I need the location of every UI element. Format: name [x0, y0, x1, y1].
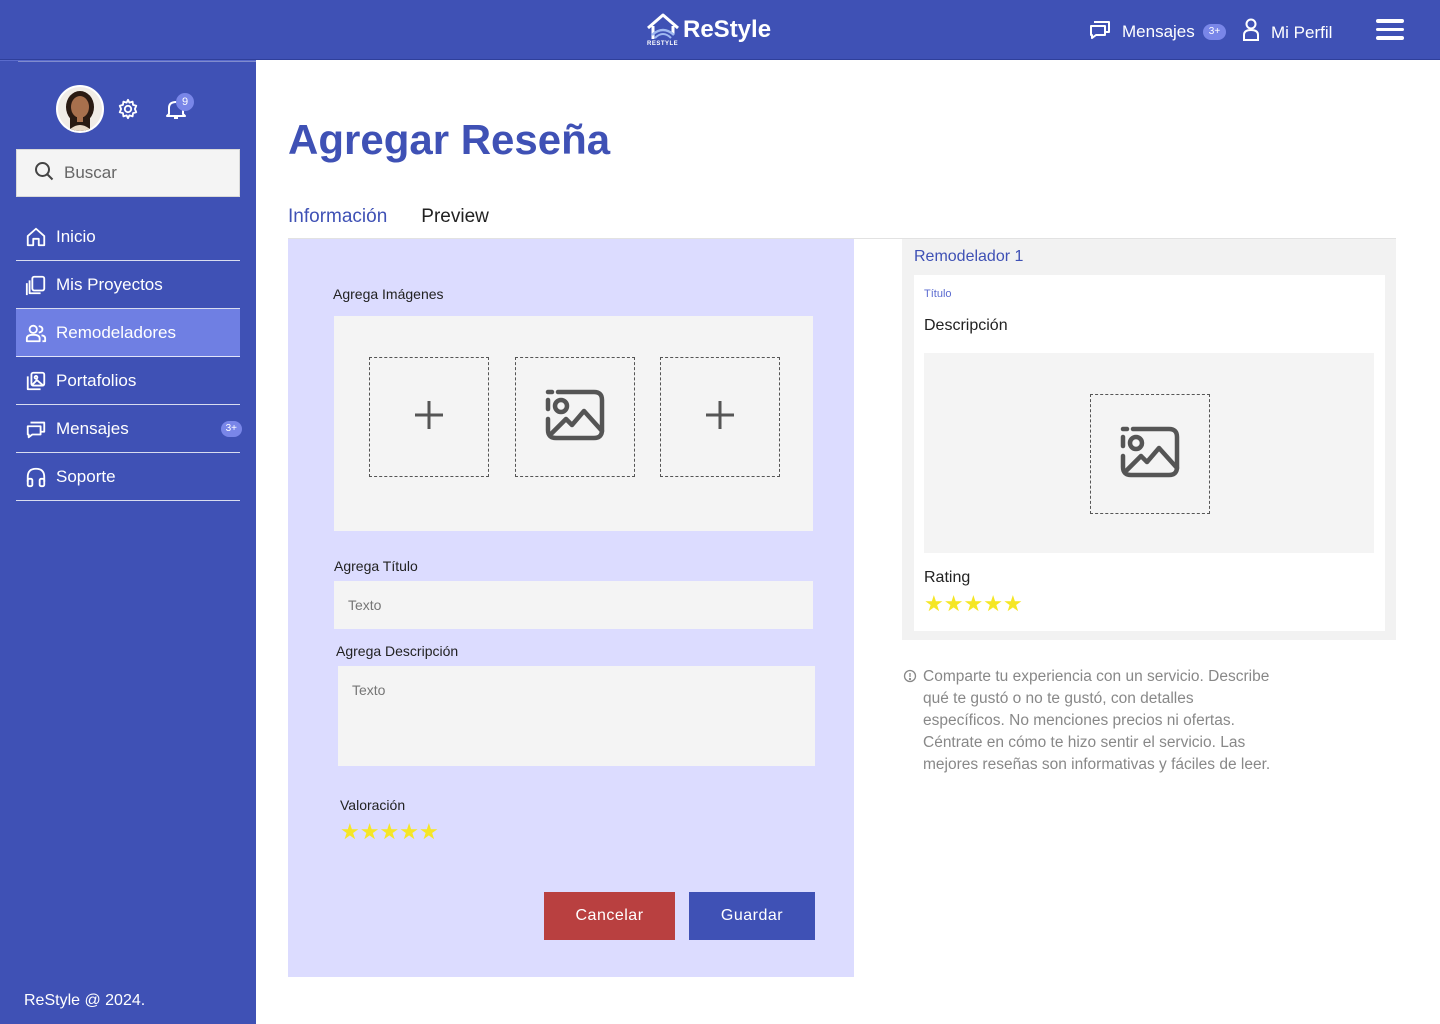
- images-label: Agrega Imágenes: [333, 286, 444, 302]
- sidebar-divider: [18, 61, 256, 62]
- sidebar-item-inicio[interactable]: Inicio: [16, 213, 240, 261]
- sidebar: 9 Inicio: [0, 60, 256, 1024]
- top-profile-link[interactable]: Mi Perfil: [1241, 18, 1332, 47]
- user-icon: [1241, 18, 1261, 47]
- home-icon: [24, 225, 48, 249]
- preview-rating-stars: ★ ★ ★ ★ ★: [924, 593, 1023, 615]
- sidebar-item-portafolios[interactable]: Portafolios: [16, 357, 240, 405]
- hamburger-menu-icon[interactable]: [1376, 19, 1404, 41]
- sidebar-item-label: Soporte: [56, 466, 116, 486]
- sidebar-nav: Inicio Mis Proyectos Remodeladores Porta…: [16, 213, 242, 501]
- review-hint: Comparte tu experiencia con un servicio.…: [903, 666, 1273, 776]
- logo[interactable]: RESTYLE ReStyle: [645, 10, 771, 50]
- star-icon[interactable]: ★: [419, 821, 439, 843]
- headset-icon: [24, 465, 48, 489]
- image-icon: [544, 389, 606, 446]
- sidebar-item-label: Mis Proyectos: [56, 274, 163, 294]
- star-icon: ★: [983, 591, 1003, 616]
- notification-badge: 9: [176, 93, 194, 111]
- star-icon[interactable]: ★: [340, 821, 360, 843]
- add-image-slot[interactable]: [660, 357, 780, 477]
- projects-icon: [24, 273, 48, 297]
- image-icon: [1119, 426, 1181, 483]
- portfolio-icon: [24, 369, 48, 393]
- star-icon: ★: [943, 591, 964, 616]
- search-box[interactable]: [16, 149, 240, 197]
- sidebar-item-label: Inicio: [56, 226, 96, 246]
- top-messages-link[interactable]: Mensajes 3+: [1088, 18, 1227, 45]
- image-upload-area: [334, 316, 813, 531]
- footer-copyright: ReStyle @ 2024.: [24, 992, 146, 1009]
- users-icon: [24, 321, 48, 345]
- star-icon[interactable]: ★: [379, 821, 399, 843]
- sidebar-item-soporte[interactable]: Soporte: [16, 453, 240, 501]
- tab-preview[interactable]: Preview: [421, 200, 489, 240]
- avatar[interactable]: [56, 85, 104, 133]
- preview-image-slot: [1090, 394, 1210, 514]
- preview-image-area: [924, 353, 1374, 553]
- messages-badge: 3+: [220, 421, 242, 437]
- top-messages-label: Mensajes: [1122, 21, 1195, 41]
- add-image-slot[interactable]: [369, 357, 489, 477]
- sidebar-item-label: Portafolios: [56, 370, 137, 390]
- search-icon: [17, 161, 54, 186]
- page-title: Agregar Reseña: [288, 116, 611, 163]
- messages-badge: 3+: [1202, 23, 1227, 40]
- top-profile-label: Mi Perfil: [1271, 22, 1333, 42]
- sidebar-item-mensajes[interactable]: Mensajes 3+: [16, 405, 242, 453]
- review-form: Agrega Imágenes Agrega Título Texto Agre…: [288, 239, 854, 977]
- description-label: Agrega Descripción: [336, 643, 459, 659]
- preview-rating-label: Rating: [924, 569, 971, 586]
- sidebar-item-mis-proyectos[interactable]: Mis Proyectos: [16, 261, 240, 309]
- tabs: Información Preview: [288, 200, 517, 240]
- star-icon: ★: [924, 591, 944, 616]
- star-icon: ★: [1002, 591, 1023, 616]
- sidebar-item-remodeladores[interactable]: Remodeladores: [16, 309, 240, 357]
- preview-description: Descripción: [924, 317, 1008, 334]
- preview-card: Título Descripción Rating ★ ★ ★ ★ ★: [914, 275, 1385, 631]
- top-bar: RESTYLE ReStyle Mensajes 3+ Mi Perfil: [0, 0, 1440, 60]
- star-icon: ★: [963, 591, 984, 616]
- logo-text: ReStyle: [683, 16, 772, 43]
- tab-informacion[interactable]: Información: [288, 200, 394, 240]
- title-label: Agrega Título: [334, 558, 418, 574]
- search-input[interactable]: [64, 163, 224, 183]
- house-logo-icon: RESTYLE: [645, 12, 681, 48]
- star-icon[interactable]: ★: [360, 821, 380, 843]
- info-icon: [903, 669, 917, 683]
- save-button[interactable]: Guardar: [689, 892, 815, 940]
- description-textarea[interactable]: [338, 666, 815, 766]
- remodeler-name[interactable]: Remodelador 1: [914, 248, 1023, 266]
- logo-small-text: RESTYLE: [647, 41, 679, 47]
- title-input[interactable]: [334, 581, 813, 629]
- sidebar-item-label: Mensajes: [56, 418, 129, 438]
- preview-title: Título: [924, 288, 952, 300]
- plus-icon: [704, 399, 736, 436]
- hint-text: Comparte tu experiencia con un servicio.…: [923, 668, 1271, 773]
- rating-stars[interactable]: ★ ★ ★ ★ ★: [340, 821, 439, 843]
- sidebar-item-label: Remodeladores: [56, 322, 177, 342]
- gear-icon[interactable]: [117, 98, 139, 120]
- rating-label: Valoración: [340, 797, 406, 813]
- image-slot[interactable]: [515, 357, 635, 477]
- chat-icon: [1088, 18, 1112, 45]
- review-preview: Remodelador 1 Título Descripción Rating …: [902, 239, 1396, 640]
- plus-icon: [413, 399, 445, 436]
- star-icon[interactable]: ★: [399, 821, 419, 843]
- chat-icon: [24, 417, 48, 441]
- cancel-button[interactable]: Cancelar: [544, 892, 675, 940]
